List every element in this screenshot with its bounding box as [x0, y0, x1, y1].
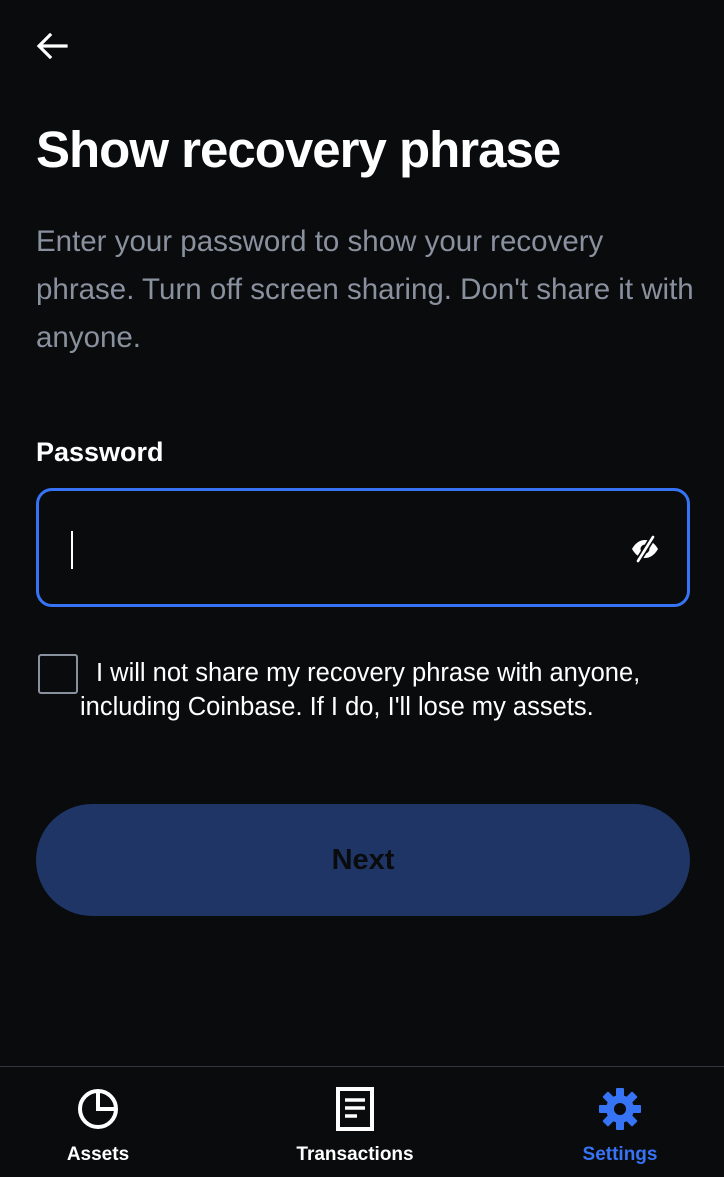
tab-settings[interactable]: Settings: [566, 1067, 674, 1177]
next-button[interactable]: Next: [36, 804, 690, 916]
password-label: Password: [36, 437, 164, 467]
pie-chart-icon: [78, 1089, 118, 1129]
page-description: Enter your password to show your recover…: [36, 225, 694, 354]
tab-assets[interactable]: Assets: [48, 1067, 148, 1177]
tab-label-assets: Assets: [66, 1144, 130, 1165]
password-input[interactable]: [71, 519, 615, 577]
bottom-tab-bar: Assets Transactions Settings: [0, 1066, 724, 1177]
back-button[interactable]: [36, 26, 84, 66]
consent-checkbox[interactable]: [38, 654, 78, 694]
text-caret: [71, 531, 73, 569]
consent-text: I will not share my recovery phrase with…: [80, 659, 641, 721]
eye-off-icon[interactable]: [629, 533, 661, 565]
page-title: Show recovery phrase: [36, 121, 561, 178]
password-field[interactable]: [36, 488, 690, 607]
gear-icon: [599, 1088, 641, 1130]
tab-label-transactions: Transactions: [296, 1144, 414, 1165]
tab-transactions[interactable]: Transactions: [282, 1067, 428, 1177]
document-icon: [336, 1087, 374, 1131]
arrow-left-icon: [36, 33, 68, 59]
tab-label-settings: Settings: [582, 1144, 658, 1165]
